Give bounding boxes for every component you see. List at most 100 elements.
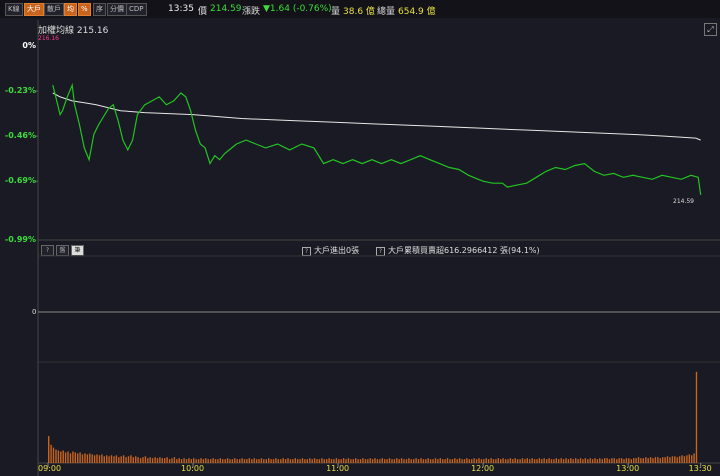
volume-bar (536, 459, 538, 463)
volume-bar (202, 459, 205, 463)
volume-bar (311, 459, 313, 463)
volume-bar (69, 453, 72, 463)
x-tick-label: 09:00 (38, 464, 62, 473)
volume-bar (572, 459, 574, 463)
volume-bar (84, 453, 86, 463)
volume-bar (81, 454, 84, 463)
volume-bar (57, 450, 60, 463)
volume-bar (350, 459, 352, 463)
volume-bar (635, 458, 637, 463)
volume-bar (113, 456, 115, 463)
volume-bar (357, 459, 359, 463)
volume-bar (168, 459, 171, 463)
volume-bar (265, 459, 267, 463)
volume-bar (558, 459, 560, 463)
volume-bar (251, 459, 253, 463)
volume-bar (125, 457, 127, 463)
volume-bar (127, 456, 130, 463)
volume-bar (642, 458, 644, 463)
volume-bar (91, 454, 93, 463)
volume-bar (654, 457, 657, 463)
x-tick-label: 11:00 (326, 464, 350, 473)
volume-bar (222, 459, 224, 463)
volume-bar (367, 459, 369, 463)
volume-bar (338, 459, 340, 463)
volume-bar (434, 458, 437, 463)
volume-bar (514, 458, 516, 463)
volume-bar (649, 457, 652, 463)
volume-bar (437, 459, 439, 463)
volume-bar (507, 459, 509, 463)
volume-bar (645, 457, 647, 463)
volume-bar (386, 459, 388, 463)
volume-bar (144, 456, 147, 463)
volume-bar (640, 458, 642, 463)
volume-bar (260, 458, 263, 463)
volume-bar (103, 456, 105, 463)
intraday-chart (35, 20, 720, 476)
volume-bar (287, 458, 289, 463)
volume-bar (516, 459, 519, 463)
volume-bar (207, 459, 209, 463)
volume-bar (408, 458, 410, 463)
volume-bar (613, 458, 615, 463)
volume-bar (659, 458, 661, 463)
volume-bar (176, 459, 178, 463)
volume-bar (60, 451, 62, 463)
volume-bar (253, 458, 255, 463)
volume-bar (567, 459, 570, 463)
volume-bar (529, 459, 531, 463)
volume-bar (86, 454, 89, 463)
volume-bar (405, 459, 408, 463)
volume-bar (229, 459, 231, 463)
volume-bar (268, 458, 270, 463)
volume-bar (550, 459, 553, 463)
volume-bar (328, 458, 330, 463)
volume-bar (475, 459, 478, 463)
volume-bar (219, 458, 221, 463)
volume-bar (364, 459, 367, 463)
volume-bar (584, 458, 586, 463)
volume-bar (579, 458, 582, 463)
volume-bar (688, 454, 690, 463)
volume-bar (171, 458, 173, 463)
volume-bar (122, 455, 125, 463)
volume-bar (630, 459, 632, 463)
volume-bar (451, 459, 454, 463)
volume-bar (429, 459, 432, 463)
volume-bar (543, 458, 545, 463)
volume-bar (333, 459, 335, 463)
volume-bar (478, 458, 480, 463)
x-tick-label: 12:00 (471, 464, 495, 473)
volume-bar (326, 459, 328, 463)
volume-bar (618, 458, 620, 463)
volume-bar (594, 458, 596, 463)
volume-bar (664, 457, 666, 463)
volume-bar (575, 458, 577, 463)
volume-bar (666, 456, 669, 463)
avg-line (52, 92, 701, 141)
volume-bar (355, 458, 357, 463)
x-tick-label: 13:30 (688, 464, 712, 473)
volume-bar (485, 458, 487, 463)
volume-bar (188, 458, 190, 463)
volume-bar (555, 458, 557, 463)
y-tick-label: -0.46% (4, 131, 36, 141)
volume-bar (178, 458, 180, 463)
volume-bar (72, 451, 74, 463)
volume-bar (342, 458, 345, 463)
volume-bar (108, 456, 110, 463)
volume-bar (96, 454, 98, 463)
volume-bar (130, 455, 132, 463)
volume-bar (234, 458, 236, 463)
volume-bar (381, 458, 383, 463)
volume-bar (132, 457, 134, 463)
volume-bar (533, 459, 536, 463)
volume-bar (686, 455, 688, 463)
volume-bar (695, 371, 698, 463)
volume-bar (139, 458, 142, 463)
volume-bar (676, 457, 678, 463)
volume-bar (101, 454, 103, 463)
volume-bar (379, 459, 381, 463)
volume-bar (369, 458, 371, 463)
